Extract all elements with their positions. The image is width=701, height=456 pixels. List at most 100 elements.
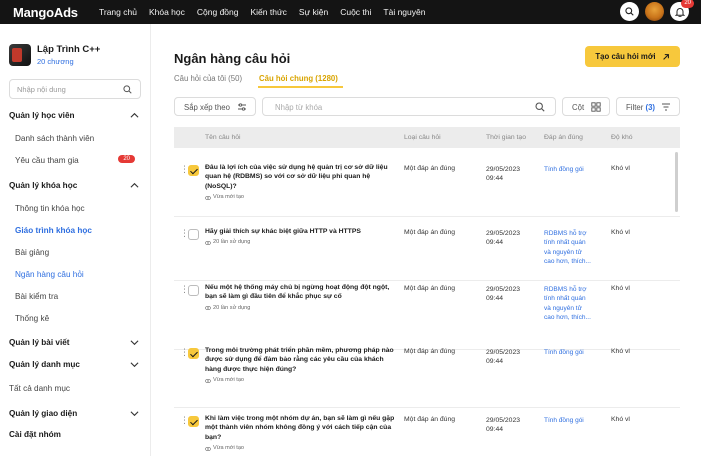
filter-button[interactable]: Filter (3)	[616, 97, 680, 116]
column-header-time[interactable]: Thời gian tạo	[486, 134, 526, 141]
column-header-answer[interactable]: Đáp án đúng	[544, 134, 583, 141]
usage-label: 20 lần sử dụng	[213, 304, 251, 311]
difficulty: Khó vl	[611, 416, 630, 423]
search-icon	[535, 102, 545, 112]
table-scrollbar[interactable]	[675, 152, 678, 212]
nav-item-courses[interactable]: Khóa học	[149, 7, 185, 17]
sidebar-item-label: Yêu cầu tham gia	[15, 156, 79, 165]
question-type: Một đáp án đúng	[404, 285, 456, 292]
row-checkbox[interactable]	[188, 229, 199, 240]
created-time: 29/05/2023 09:44	[486, 165, 520, 183]
usage-label: Vừa mới tạo	[213, 376, 245, 383]
sidebar-item-join-requests[interactable]: Yêu cầu tham gia 20	[15, 155, 141, 165]
created-time: 29/05/2023 09:44	[486, 229, 520, 247]
sidebar-item-student-list[interactable]: Danh sách thành viên	[15, 134, 141, 143]
nav-item-contests[interactable]: Cuộc thi	[340, 7, 371, 17]
sidebar-item-question-bank[interactable]: Ngân hàng câu hỏi	[15, 270, 141, 279]
chevron-down-icon	[130, 340, 139, 346]
sidebar-section-students[interactable]: Quản lý học viên	[9, 111, 141, 120]
column-header-difficulty[interactable]: Độ khó	[611, 134, 633, 141]
nav-item-knowledge[interactable]: Kiến thức	[250, 7, 286, 17]
column-header-name[interactable]: Tên câu hỏi	[205, 134, 241, 141]
question-text[interactable]: Khi làm việc trong một nhóm dự án, bạn s…	[205, 414, 395, 453]
sidebar-item-course-curriculum[interactable]: Giáo trình khóa học	[15, 226, 141, 235]
chevron-up-icon	[130, 112, 139, 118]
keyword-search-input[interactable]: Nhập từ khóa	[262, 97, 556, 116]
sidebar-section-categories[interactable]: Quản lý danh mục	[9, 360, 141, 369]
sidebar-item-lectures[interactable]: Bài giảng	[15, 248, 141, 257]
sidebar-item-tests[interactable]: Bài kiểm tra	[15, 292, 141, 301]
table-row[interactable]: ⋮ Khi làm việc trong một nhóm dự án, bạn…	[174, 414, 680, 456]
eye-icon	[205, 446, 211, 451]
search-button[interactable]	[620, 2, 639, 21]
columns-button[interactable]: Cột	[562, 97, 610, 116]
created-date: 29/05/2023	[486, 286, 521, 293]
question-usage: 20 lần sử dụng	[205, 304, 395, 313]
sidebar-section-label: Quản lý học viên	[9, 111, 75, 120]
correct-answer[interactable]: Tính đồng gói	[544, 165, 594, 174]
question-text[interactable]: Trong môi trường phát triển phần mềm, ph…	[205, 346, 395, 385]
nav-item-community[interactable]: Cộng đồng	[197, 7, 239, 17]
created-time: 29/05/2023 09:44	[486, 285, 520, 303]
question-title: Đâu là lợi ích của việc sử dụng hệ quản …	[205, 164, 388, 190]
created-hour: 09:44	[486, 426, 504, 433]
usage-label: 20 lần sử dụng	[213, 239, 251, 246]
sidebar-section-label: Quản lý khóa học	[9, 181, 78, 190]
sidebar-item-course-info[interactable]: Thông tin khóa học	[15, 204, 141, 213]
row-checkbox[interactable]	[188, 285, 199, 296]
table-row[interactable]: ⋮ Nếu một hệ thống máy chủ bị ngừng hoạt…	[174, 283, 680, 350]
sidebar-item-all-categories[interactable]: Tất cả danh mục	[9, 384, 141, 393]
tab-shared-questions[interactable]: Câu hỏi chung (1280)	[259, 74, 338, 83]
created-date: 29/05/2023	[486, 417, 521, 424]
columns-label: Cột	[572, 103, 585, 112]
notification-button[interactable]: 20	[670, 0, 694, 21]
row-checkbox[interactable]	[188, 165, 199, 176]
logo[interactable]: MangoAds	[13, 5, 99, 20]
create-question-button[interactable]: Tạo câu hỏi mới	[585, 46, 680, 67]
nav-item-home[interactable]: Trang chủ	[99, 7, 137, 17]
sidebar-section-interface[interactable]: Quản lý giao diện	[9, 409, 141, 418]
question-text[interactable]: Nếu một hệ thống máy chủ bị ngừng hoạt đ…	[205, 283, 395, 313]
sidebar-item-settings[interactable]: Cài đặt nhóm	[9, 430, 141, 439]
correct-answer[interactable]: RDBMS hỗ trợ tính nhất quán và nguyên tử…	[544, 229, 594, 266]
arrow-up-right-icon	[662, 53, 669, 60]
sidebar-section-courses[interactable]: Quản lý khóa học	[9, 181, 141, 190]
eye-icon	[205, 306, 211, 311]
notification-badge: 20	[681, 0, 694, 8]
nav-item-resources[interactable]: Tài nguyên	[383, 7, 425, 17]
table-row[interactable]: ⋮ Hãy giải thích sự khác biệt giữa HTTP …	[174, 227, 680, 281]
question-type: Một đáp án đúng	[404, 348, 456, 355]
question-type: Một đáp án đúng	[404, 229, 456, 236]
column-header-type[interactable]: Loại câu hỏi	[404, 134, 441, 141]
question-text[interactable]: Đâu là lợi ích của việc sử dụng hệ quản …	[205, 163, 395, 202]
create-question-label: Tạo câu hỏi mới	[595, 52, 656, 61]
active-tab-indicator	[258, 86, 343, 88]
correct-answer[interactable]: RDBMS hỗ trợ tính nhất quán và nguyên tử…	[544, 285, 594, 322]
avatar[interactable]	[645, 2, 664, 21]
created-hour: 09:44	[486, 358, 504, 365]
created-time: 29/05/2023 09:44	[486, 348, 520, 366]
chevron-down-icon	[130, 362, 139, 368]
difficulty: Khó vl	[611, 285, 630, 292]
sidebar-section-posts[interactable]: Quản lý bài viết	[9, 338, 141, 347]
keyword-search-placeholder: Nhập từ khóa	[275, 103, 323, 112]
tab-my-questions[interactable]: Câu hỏi của tôi (50)	[174, 74, 242, 83]
question-text[interactable]: Hãy giải thích sự khác biệt giữa HTTP và…	[205, 227, 395, 248]
sidebar: Lập Trình C++ 20 chương Nhập nội dung Qu…	[0, 24, 151, 456]
sidebar-search-input[interactable]: Nhập nội dung	[9, 79, 141, 99]
sidebar-search-placeholder: Nhập nội dung	[17, 85, 66, 94]
sidebar-item-statistics[interactable]: Thống kê	[15, 314, 141, 323]
row-checkbox[interactable]	[188, 348, 199, 359]
table-row[interactable]: ⋮ Đâu là lợi ích của việc sử dụng hệ quả…	[174, 163, 680, 217]
course-chapters: 20 chương	[37, 57, 74, 66]
question-usage: Vừa mới tạo	[205, 376, 395, 385]
correct-answer[interactable]: Tính đồng gói	[544, 416, 594, 425]
table-row[interactable]: ⋮ Trong môi trường phát triển phần mềm, …	[174, 346, 680, 408]
sort-button[interactable]: Sắp xếp theo	[174, 97, 256, 116]
filter-label: Filter	[626, 103, 644, 112]
sort-label: Sắp xếp theo	[184, 103, 230, 112]
question-usage: Vừa mới tạo	[205, 444, 395, 453]
correct-answer[interactable]: Tính đồng gói	[544, 348, 594, 357]
nav-item-events[interactable]: Sự kiện	[299, 7, 328, 17]
row-checkbox[interactable]	[188, 416, 199, 427]
